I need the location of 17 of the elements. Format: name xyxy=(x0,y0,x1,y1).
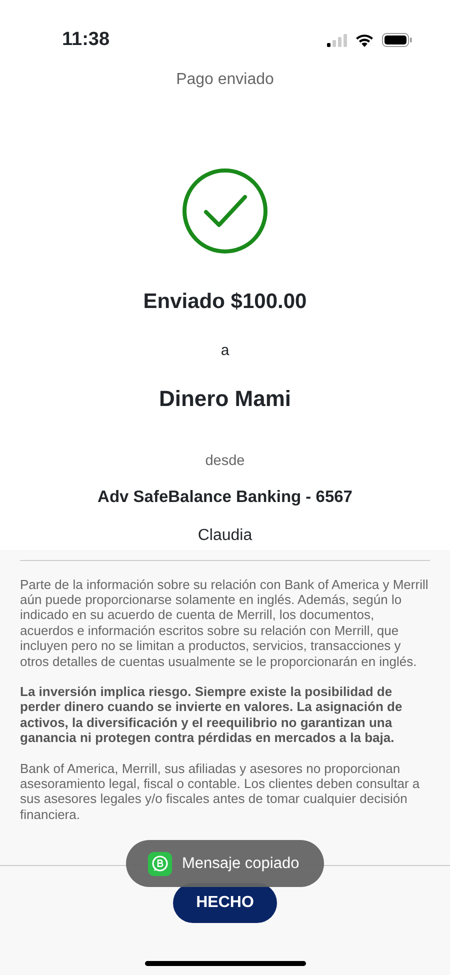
disclosure-text: Bank of America, Merrill, sus afiliadas y asesores no proporcionan asesoramiento legal, fiscal o contable. Los clientes deben consultar a sus asesores legales y/o fiscales antes de tomar cualquier decisión financiera. xyxy=(20,760,421,822)
account-name: Adv SafeBalance Banking - 6567 xyxy=(96,486,354,508)
toast-message: Mensaje copiado xyxy=(182,854,300,874)
status-time: 11:38 xyxy=(62,28,110,52)
connector-text: a xyxy=(220,340,230,360)
checkmark-circle-icon xyxy=(182,168,268,254)
battery-icon xyxy=(382,33,412,47)
signal-icon xyxy=(327,34,347,46)
sent-amount: Enviado $100.00 xyxy=(142,289,308,315)
chat-app-icon xyxy=(148,852,172,876)
screen-title: Pago enviado xyxy=(175,70,275,90)
wifi-icon xyxy=(355,33,374,47)
disclosure-text: La inversión implica riesgo. Siempre existe la posibilidad de perder dinero cuando se invierte en valores. La asignación de activos, la diversificación y el reequilibrio no garantizan una ganancia ni protegen contra pérdidas en mercados a la baja. xyxy=(20,684,404,746)
recipient-name: Dinero Mami xyxy=(158,385,292,413)
memo-text: Claudia xyxy=(196,526,254,546)
from-label: desde xyxy=(204,452,246,471)
disclosure-text: Parte de la información sobre su relación con Bank of America y Merrill aún puede proporcionarse solamente en inglés. Además, según lo indicado en su acuerdo de cuenta de Merrill, los documentos, acuerdos e información escritos sobre su relación con Merrill, que incluyen pero no se limitan a productos, servicios, transacciones y otros detalles de cuentas usualmente se le proporcionarán en inglés. xyxy=(20,576,430,669)
